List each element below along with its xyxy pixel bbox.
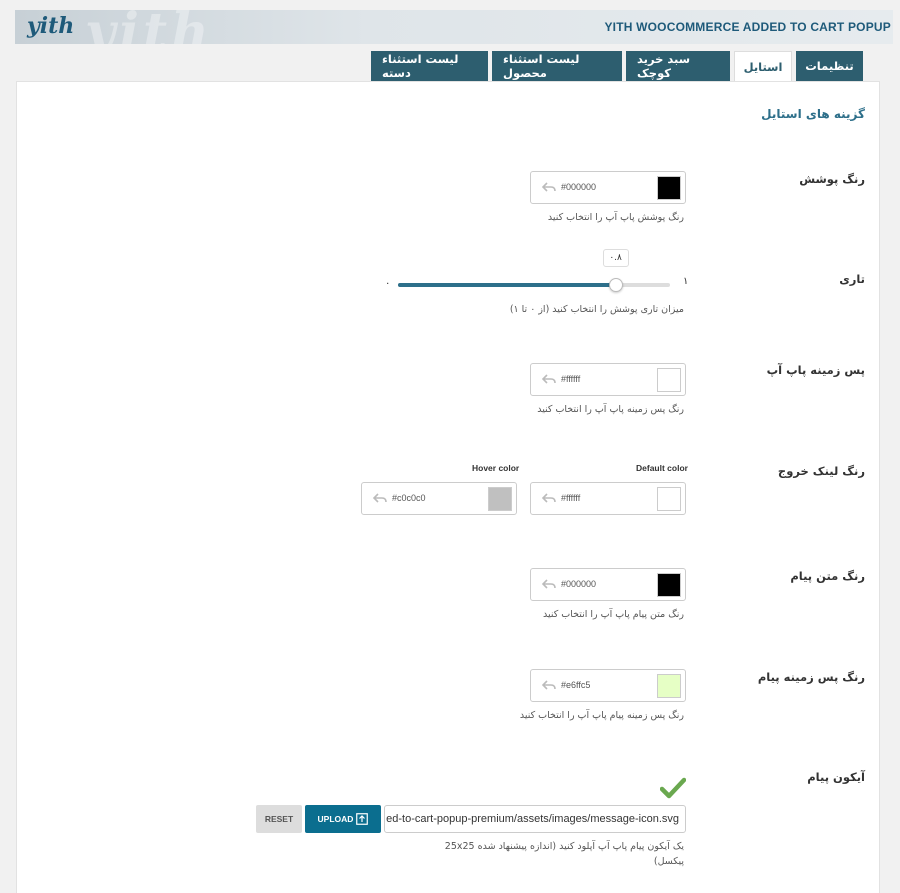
checkmark-icon — [660, 777, 686, 799]
tab-settings[interactable]: تنظیمات — [796, 51, 863, 81]
message-bg-desc: رنگ پس زمینه پیام پاپ آپ را انتخاب کنید — [519, 710, 684, 721]
overlay-color-label: رنگ پوشش — [799, 172, 865, 186]
popup-bg-swatch[interactable] — [657, 368, 681, 392]
style-options-panel: گزینه های استایل رنگ پوشش #000000 رنگ پو… — [16, 81, 880, 893]
popup-bg-color-picker[interactable]: #ffffff — [530, 363, 686, 396]
message-text-swatch[interactable] — [657, 573, 681, 597]
undo-icon[interactable] — [542, 181, 556, 193]
message-text-color-picker[interactable]: #000000 — [530, 568, 686, 601]
opacity-desc: میزان تاری پوشش را انتخاب کنید (از ۰ تا … — [509, 304, 684, 315]
popup-bg-label: پس زمینه پاپ آپ — [766, 363, 865, 377]
message-icon-path-input[interactable]: ed-to-cart-popup-premium/assets/images/m… — [384, 805, 686, 833]
settings-tabs: لیست استثناء دسته لیست استثناء محصول سبد… — [371, 51, 863, 82]
message-icon-desc-line1: یک آیکون پیام پاپ آپ آپلود کنید (اندازه … — [444, 841, 684, 852]
message-icon-desc-line2: پیکسل) — [653, 856, 684, 867]
message-bg-color-picker[interactable]: #e6ffc5 — [530, 669, 686, 702]
popup-bg-hex[interactable]: #ffffff — [561, 374, 580, 384]
opacity-label: تاری — [839, 272, 865, 286]
undo-icon[interactable] — [542, 679, 556, 691]
opacity-slider-handle[interactable] — [608, 278, 623, 292]
upload-button[interactable]: UPLOAD — [305, 805, 381, 833]
plugin-header-banner: yith yith YITH WOOCOMMERCE ADDED TO CART… — [15, 10, 893, 44]
hover-color-heading: Hover color — [472, 463, 520, 473]
reset-button[interactable]: RESET — [256, 805, 302, 833]
overlay-color-swatch[interactable] — [657, 176, 681, 200]
close-link-color-label: رنگ لینک خروج — [777, 464, 865, 478]
message-bg-hex[interactable]: #e6ffc5 — [561, 680, 590, 690]
message-icon-path-value[interactable]: ed-to-cart-popup-premium/assets/images/m… — [386, 813, 679, 825]
tab-style[interactable]: استایل — [734, 51, 792, 82]
opacity-slider[interactable] — [398, 283, 670, 287]
close-link-hover-swatch[interactable] — [488, 487, 512, 511]
close-link-default-swatch[interactable] — [657, 487, 681, 511]
banner-watermark: yith — [85, 10, 213, 44]
close-link-hover-color-picker[interactable]: #c0c0c0 — [361, 482, 517, 515]
upload-icon — [356, 813, 369, 825]
tab-mini-cart[interactable]: سبد خرید کوچک — [626, 51, 730, 81]
popup-bg-desc: رنگ پس زمینه پاپ آپ را انتخاب کنید — [537, 404, 684, 415]
opacity-min-label: ۰ — [385, 278, 391, 289]
plugin-title: YITH WOOCOMMERCE ADDED TO CART POPUP — [604, 20, 891, 34]
message-text-desc: رنگ متن پیام پاپ آپ را انتخاب کنید — [542, 609, 684, 620]
opacity-slider-fill — [398, 283, 616, 287]
tab-product-exclusion[interactable]: لیست استثناء محصول — [492, 51, 622, 81]
message-text-color-label: رنگ متن پیام — [790, 569, 865, 583]
message-bg-swatch[interactable] — [657, 674, 681, 698]
default-color-heading: Default color — [636, 463, 688, 473]
close-link-default-color-picker[interactable]: #ffffff — [530, 482, 686, 515]
section-title: گزینه های استایل — [761, 107, 865, 121]
yith-logo: yith — [27, 13, 75, 39]
opacity-max-label: ۱ — [683, 276, 689, 287]
message-text-hex[interactable]: #000000 — [561, 579, 596, 589]
undo-icon[interactable] — [373, 492, 387, 504]
tab-category-exclusion[interactable]: لیست استثناء دسته — [371, 51, 488, 81]
opacity-value-tooltip: ۰.۸ — [602, 249, 629, 267]
undo-icon[interactable] — [542, 373, 556, 385]
undo-icon[interactable] — [542, 578, 556, 590]
overlay-color-desc: رنگ پوشش پاپ آپ را انتخاب کنید — [547, 212, 684, 223]
close-link-default-hex[interactable]: #ffffff — [561, 493, 580, 503]
undo-icon[interactable] — [542, 492, 556, 504]
overlay-color-picker[interactable]: #000000 — [530, 171, 686, 204]
message-icon-label: آیکون پیام — [807, 770, 865, 784]
close-link-hover-hex[interactable]: #c0c0c0 — [392, 493, 426, 503]
upload-button-label: UPLOAD — [317, 814, 354, 824]
overlay-color-hex[interactable]: #000000 — [561, 182, 596, 192]
message-bg-color-label: رنگ پس زمینه پیام — [757, 670, 865, 684]
